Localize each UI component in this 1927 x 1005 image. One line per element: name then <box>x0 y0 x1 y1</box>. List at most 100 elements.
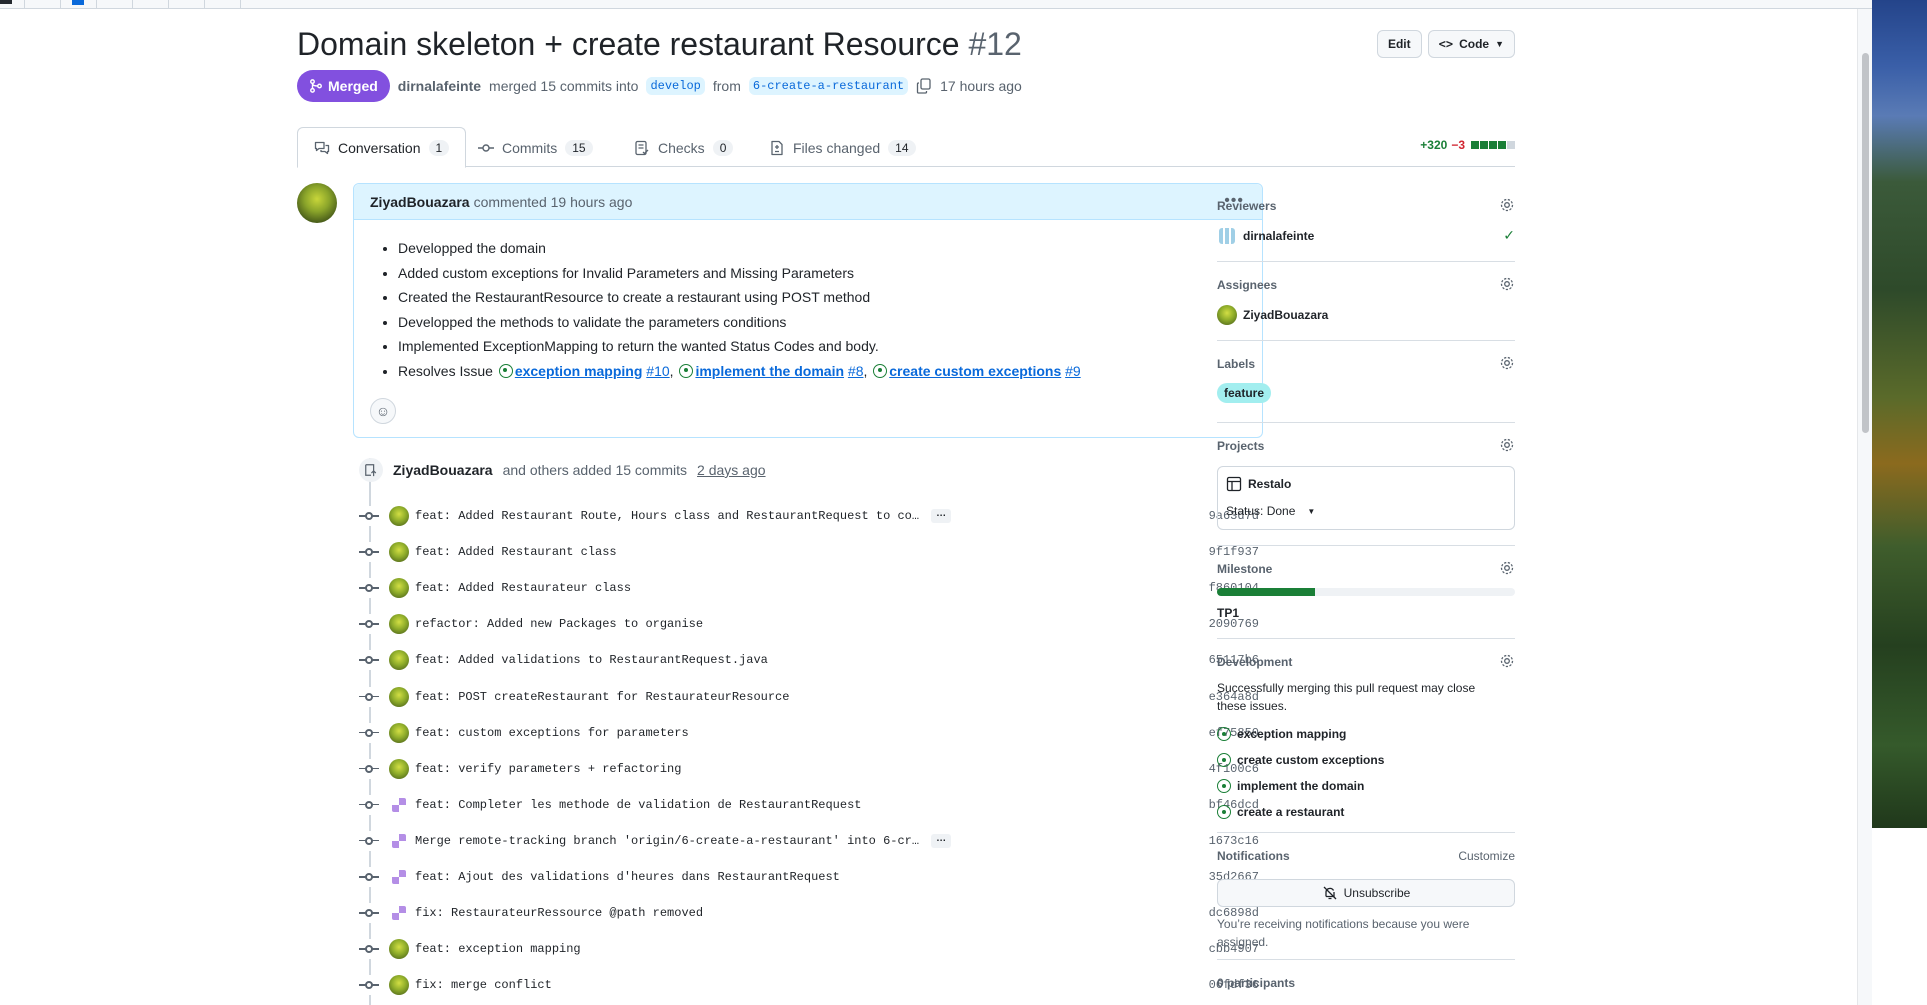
linked-issue[interactable]: create a restaurant <box>1217 805 1344 819</box>
issue-link-exception-mapping[interactable]: exception mapping <box>515 363 643 379</box>
commit-row[interactable]: feat: Added Restaurant class 9f1f937 <box>359 538 1263 566</box>
commit-message[interactable]: feat: Added Restaurateur class <box>415 581 631 595</box>
comment-author-avatar[interactable] <box>297 183 337 223</box>
commit-author-avatar[interactable] <box>389 830 409 851</box>
commit-row[interactable]: Merge remote-tracking branch 'origin/6-c… <box>359 827 1263 855</box>
commit-message[interactable]: feat: POST createRestaurant for Restaura… <box>415 690 789 704</box>
development-title[interactable]: Development <box>1217 655 1292 669</box>
commit-author-avatar[interactable] <box>389 650 409 671</box>
issue-link-custom-exceptions[interactable]: create custom exceptions <box>889 363 1061 379</box>
gear-icon[interactable] <box>1499 653 1515 669</box>
linked-issue[interactable]: create custom exceptions <box>1217 753 1384 767</box>
toolbar-divider <box>132 0 133 9</box>
commit-message[interactable]: refactor: Added new Packages to organise <box>415 617 703 631</box>
commit-message[interactable]: feat: verify parameters + refactoring <box>415 762 681 776</box>
resolves-prefix: Resolves Issue <box>398 362 493 379</box>
edit-button[interactable]: Edit <box>1376 30 1422 58</box>
assignees-title[interactable]: Assignees <box>1217 278 1277 292</box>
sidebar-participants: 0 participants <box>1217 960 1515 1000</box>
project-item[interactable]: Restalo <box>1226 476 1291 492</box>
gear-icon[interactable] <box>1499 276 1515 292</box>
commit-row[interactable]: refactor: Added new Packages to organise… <box>359 610 1263 638</box>
gear-icon[interactable] <box>1499 355 1515 371</box>
commit-row[interactable]: feat: Added validations to RestaurantReq… <box>359 646 1263 674</box>
reviewers-title[interactable]: Reviewers <box>1217 199 1276 213</box>
commit-author-avatar[interactable] <box>389 686 409 707</box>
tab-conversation[interactable]: Conversation 1 <box>297 127 467 168</box>
commit-row[interactable]: feat: Added Restaurant Route, Hours clas… <box>359 502 1263 530</box>
project-status-dropdown[interactable]: Status: Done ▼ <box>1226 504 1315 518</box>
commit-row[interactable]: feat: Completer les methode de validatio… <box>359 791 1263 819</box>
commit-author-avatar[interactable] <box>389 794 409 815</box>
commit-author-avatar[interactable] <box>389 939 409 960</box>
commit-message[interactable]: feat: Added Restaurant class <box>415 545 617 559</box>
linked-issue[interactable]: implement the domain <box>1217 779 1364 793</box>
commit-row[interactable]: feat: Ajout des validations d'heures dan… <box>359 863 1263 891</box>
commit-author-avatar[interactable] <box>389 614 409 635</box>
commit-author-avatar[interactable] <box>389 578 409 599</box>
commit-row[interactable]: feat: custom exceptions for parameters ef… <box>359 719 1263 747</box>
scrollbar-thumb[interactable] <box>1862 53 1869 433</box>
commit-author-avatar[interactable] <box>389 867 409 887</box>
triangle-down-icon: ▼ <box>1307 506 1316 516</box>
commit-author-avatar[interactable] <box>389 722 409 743</box>
labels-title[interactable]: Labels <box>1217 357 1255 371</box>
commit-row[interactable]: feat: exception mapping cbb4907 <box>359 935 1263 963</box>
milestone-title[interactable]: Milestone <box>1217 562 1272 576</box>
gear-icon[interactable] <box>1499 197 1515 213</box>
tab-commits[interactable]: Commits 15 <box>462 127 609 168</box>
issue-number[interactable]: #9 <box>1065 363 1081 379</box>
merger-link[interactable]: dirnalafeinte <box>398 78 481 94</box>
expand-commit-message-button[interactable]: … <box>931 833 952 848</box>
tab-files-changed[interactable]: Files changed 14 <box>753 127 932 168</box>
commit-row[interactable]: feat: POST createRestaurant for Restaura… <box>359 683 1263 711</box>
base-branch-label[interactable]: develop <box>646 77 705 95</box>
notifications-title: Notifications <box>1217 849 1290 863</box>
reviewer-item[interactable]: dirnalafeinte <box>1217 226 1314 246</box>
commit-message[interactable]: feat: Added validations to RestaurantReq… <box>415 653 768 667</box>
list-item: Implemented ExceptionMapping to return t… <box>398 334 1246 359</box>
customize-link[interactable]: Customize <box>1458 849 1515 863</box>
gear-icon[interactable] <box>1499 437 1515 453</box>
milestone-link[interactable]: TP1 <box>1217 606 1239 620</box>
issue-link-implement-domain[interactable]: implement the domain <box>695 363 844 379</box>
copy-icon[interactable] <box>916 78 932 94</box>
commit-message[interactable]: feat: Added Restaurant Route, Hours clas… <box>415 509 919 523</box>
commit-message[interactable]: Merge remote-tracking branch 'origin/6-c… <box>415 834 919 848</box>
head-branch-label[interactable]: 6-create-a-restaurant <box>748 77 909 95</box>
page-scrollbar[interactable] <box>1857 9 1872 1005</box>
assignee-item[interactable]: ZiyadBouazara <box>1217 305 1328 325</box>
commit-message[interactable]: fix: merge conflict <box>415 978 552 992</box>
expand-commit-message-button[interactable]: … <box>931 509 952 523</box>
tab-checks[interactable]: Checks 0 <box>618 127 749 168</box>
commit-message[interactable]: feat: custom exceptions for parameters <box>415 726 689 740</box>
gear-icon[interactable] <box>1499 560 1515 576</box>
commit-author-avatar[interactable] <box>389 542 409 563</box>
commit-message[interactable]: feat: Completer les methode de validatio… <box>415 798 861 812</box>
commit-row[interactable]: fix: RestaurateurRessource @path removed… <box>359 899 1263 927</box>
comment-author[interactable]: ZiyadBouazara <box>370 194 470 210</box>
commits-header-time[interactable]: 2 days ago <box>697 462 766 478</box>
toolbar-active-icon[interactable] <box>72 0 84 5</box>
commit-author-avatar[interactable] <box>389 758 409 779</box>
commit-row[interactable]: fix: merge conflict 06fdf36 <box>359 971 1263 999</box>
add-reaction-button[interactable]: ☺ <box>370 398 396 424</box>
projects-title[interactable]: Projects <box>1217 439 1264 453</box>
linked-issue[interactable]: exception mapping <box>1217 727 1346 741</box>
code-button[interactable]: <> Code ▼ <box>1427 30 1515 58</box>
commit-author-avatar[interactable] <box>389 903 409 924</box>
commit-row[interactable]: feat: verify parameters + refactoring 4f1… <box>359 755 1263 783</box>
commit-message[interactable]: fix: RestaurateurRessource @path removed <box>415 906 703 920</box>
list-item: Added custom exceptions for Invalid Para… <box>398 261 1246 286</box>
commit-author-avatar[interactable] <box>389 975 409 996</box>
commit-message[interactable]: feat: Ajout des validations d'heures dan… <box>415 870 840 884</box>
commit-author-avatar[interactable] <box>389 506 409 526</box>
unsubscribe-button[interactable]: Unsubscribe <box>1217 879 1515 907</box>
commits-author[interactable]: ZiyadBouazara <box>393 462 493 478</box>
commit-message[interactable]: feat: exception mapping <box>415 942 581 956</box>
milestone-name: TP1 <box>1217 606 1240 620</box>
commit-row[interactable]: feat: Added Restaurateur classf860104 <box>359 574 1263 602</box>
issue-number[interactable]: #8 <box>848 363 864 379</box>
label-feature[interactable]: feature <box>1217 383 1272 403</box>
issue-number[interactable]: #10 <box>646 363 669 379</box>
